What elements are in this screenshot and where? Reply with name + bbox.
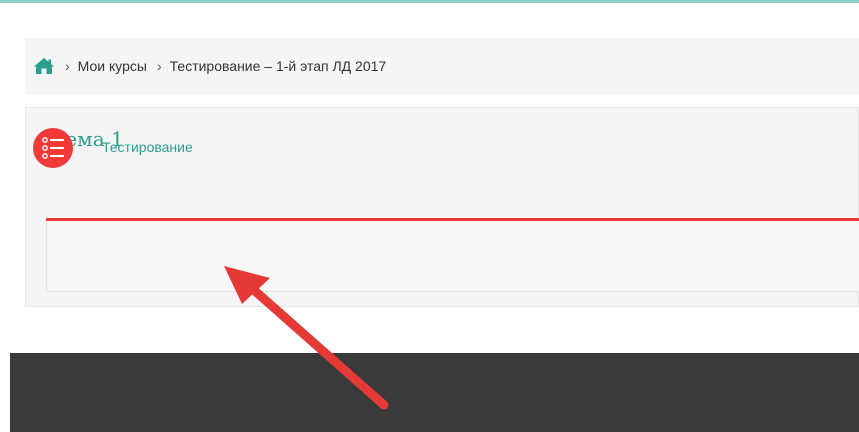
course-section: Тема 1: [25, 107, 859, 307]
activity-row: [46, 221, 859, 292]
page-footer: [10, 353, 859, 432]
top-border: [0, 0, 859, 3]
breadcrumb-item-course[interactable]: Тестирование – 1-й этап ЛД 2017: [170, 58, 387, 74]
quiz-list-icon[interactable]: [33, 128, 73, 168]
home-icon[interactable]: [33, 57, 55, 75]
breadcrumb-separator: ›: [65, 58, 70, 74]
breadcrumb-item-my-courses[interactable]: Мои курсы: [78, 58, 147, 74]
activity-link-quiz[interactable]: Тестирование: [102, 139, 193, 155]
breadcrumb-separator: ›: [156, 58, 162, 74]
breadcrumb: › Мои курсы › Тестирование – 1-й этап ЛД…: [25, 38, 859, 94]
page: › Мои курсы › Тестирование – 1-й этап ЛД…: [0, 0, 859, 432]
